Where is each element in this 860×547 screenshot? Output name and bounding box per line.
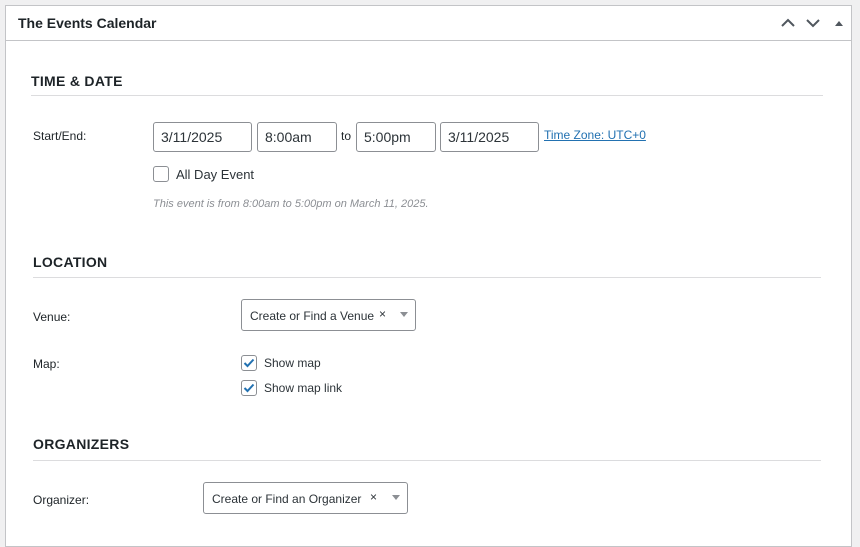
move-down-button[interactable] <box>803 13 823 33</box>
start-date-input[interactable] <box>153 122 252 152</box>
event-summary-text: This event is from 8:00am to 5:00pm on M… <box>153 198 429 210</box>
organizer-select-value: Create or Find an Organizer <box>212 492 362 506</box>
show-map-checkbox[interactable] <box>241 355 257 371</box>
venue-select-value: Create or Find a Venue <box>250 309 375 323</box>
organizer-select[interactable]: Create or Find an Organizer × <box>203 482 408 514</box>
events-calendar-metabox: The Events Calendar TIME & DATE Start/En… <box>5 5 852 547</box>
checkmark-icon <box>243 383 255 393</box>
section-divider <box>31 95 823 96</box>
timezone-link[interactable]: Time Zone: UTC+0 <box>544 128 646 142</box>
chevron-down-icon <box>806 19 820 28</box>
toggle-panel-button[interactable] <box>829 13 849 33</box>
triangle-up-icon <box>835 21 843 26</box>
show-map-label: Show map <box>264 356 321 370</box>
move-up-button[interactable] <box>778 13 798 33</box>
section-divider <box>33 460 821 461</box>
venue-select[interactable]: Create or Find a Venue × <box>241 299 416 331</box>
metabox-header: The Events Calendar <box>6 6 851 41</box>
show-map-link-label: Show map link <box>264 381 343 395</box>
map-label: Map: <box>33 357 60 371</box>
to-separator: to <box>341 129 352 143</box>
all-day-checkbox[interactable] <box>153 166 169 182</box>
show-map-link-checkbox[interactable] <box>241 380 257 396</box>
dropdown-arrow-icon <box>392 495 400 500</box>
venue-label: Venue: <box>33 310 71 324</box>
start-end-label: Start/End: <box>33 129 87 143</box>
all-day-label: All Day Event <box>176 167 255 182</box>
end-time-input[interactable] <box>356 122 436 152</box>
organizers-heading: ORGANIZERS <box>33 436 130 452</box>
checkmark-icon <box>243 358 255 368</box>
end-date-input[interactable] <box>440 122 539 152</box>
clear-venue-icon[interactable]: × <box>379 307 386 321</box>
location-heading: LOCATION <box>33 254 108 270</box>
section-divider <box>33 277 821 278</box>
clear-organizer-icon[interactable]: × <box>370 490 377 504</box>
dropdown-arrow-icon <box>400 312 408 317</box>
organizer-label: Organizer: <box>33 493 90 507</box>
metabox-title: The Events Calendar <box>18 15 157 31</box>
time-date-heading: TIME & DATE <box>31 73 123 89</box>
chevron-up-icon <box>781 18 795 27</box>
start-time-input[interactable] <box>257 122 337 152</box>
